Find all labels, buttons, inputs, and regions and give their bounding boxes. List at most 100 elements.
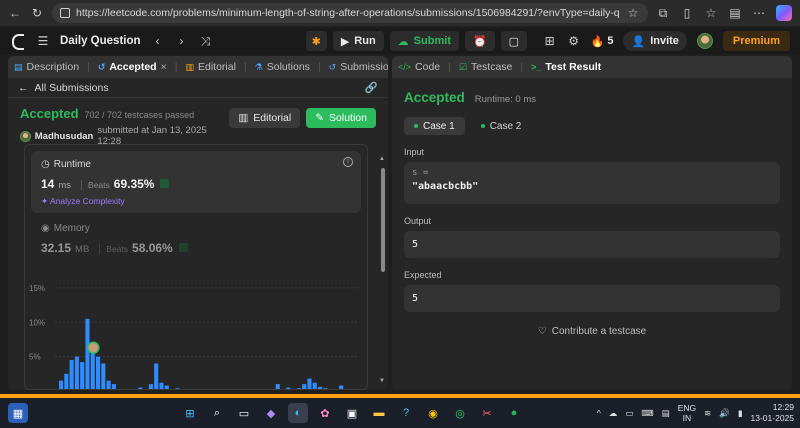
address-bar[interactable]: https://leetcode.com/problems/minimum-le… — [52, 3, 648, 23]
copilot-app-icon[interactable]: ✿ — [315, 403, 335, 423]
scroll-up-icon[interactable]: ▲ — [379, 156, 385, 162]
snipping-tool-icon[interactable]: ✂ — [477, 403, 497, 423]
debug-button[interactable]: ✱ — [305, 31, 327, 51]
editorial-button[interactable]: ▥ Editorial — [229, 108, 301, 128]
list-icon[interactable]: ☰ — [36, 34, 50, 48]
distribution-bar[interactable] — [106, 380, 111, 390]
distribution-bar[interactable] — [64, 373, 69, 390]
distribution-bar[interactable] — [175, 388, 180, 390]
all-submissions-bar[interactable]: ← All Submissions 🔗 — [8, 78, 388, 98]
all-submissions-link[interactable]: All Submissions — [35, 82, 109, 94]
distribution-bar[interactable] — [296, 388, 301, 390]
scroll-down-icon[interactable]: ▼ — [379, 378, 385, 384]
run-button[interactable]: ▶ Run — [332, 31, 384, 51]
close-icon[interactable]: × — [161, 61, 167, 73]
distribution-bar[interactable] — [148, 384, 153, 390]
collections-icon[interactable]: ▤ — [728, 6, 742, 20]
more-icon[interactable]: ⋯ — [752, 6, 766, 20]
submit-button[interactable]: ☁ Submit — [389, 31, 459, 51]
chevron-right-icon[interactable]: › — [175, 34, 189, 48]
tab-accepted[interactable]: ↺ Accepted × — [98, 61, 167, 73]
language-indicator[interactable]: ENG IN — [678, 403, 696, 423]
distribution-bar[interactable] — [291, 388, 296, 390]
tab-test-result[interactable]: >_ Test Result — [531, 61, 601, 73]
case-1-tab[interactable]: Case 1 — [404, 117, 465, 135]
star-icon[interactable]: ☆ — [626, 6, 640, 20]
distribution-bar[interactable] — [323, 388, 328, 390]
device-icon[interactable]: ▭ — [625, 408, 633, 419]
user-position-marker[interactable] — [87, 341, 100, 354]
system-clock[interactable]: 12:29 13-01-2025 — [751, 402, 794, 424]
task-view-icon[interactable]: ▭ — [234, 403, 254, 423]
help-icon[interactable]: ? — [396, 403, 416, 423]
problem-list-title[interactable]: Daily Question — [60, 35, 141, 47]
distribution-bar[interactable] — [191, 388, 196, 390]
layout-icon[interactable]: ⊞ — [543, 34, 557, 48]
contribute-testcase-link[interactable]: ♡ Contribute a testcase — [404, 326, 780, 337]
distribution-bar[interactable] — [312, 382, 317, 390]
file-explorer-icon[interactable]: ▬ — [369, 403, 389, 423]
distribution-bar[interactable] — [275, 384, 280, 390]
volume-icon[interactable]: 🔊 — [719, 408, 730, 419]
distribution-bar[interactable] — [302, 384, 307, 390]
distribution-bar[interactable] — [69, 360, 74, 390]
distribution-bar[interactable] — [101, 363, 106, 391]
wifi-icon[interactable]: ≋ — [704, 408, 711, 419]
store-icon[interactable]: ▣ — [342, 403, 362, 423]
search-icon[interactable]: ⌕ — [207, 403, 227, 423]
settings-icon[interactable]: ⚙ — [567, 34, 581, 48]
distribution-bar[interactable] — [164, 385, 169, 391]
refresh-icon[interactable]: ↻ — [30, 6, 44, 20]
leetcode-logo-icon[interactable] — [10, 33, 26, 50]
username[interactable]: Madhusudan — [35, 131, 94, 142]
notes-button[interactable]: ▢ — [500, 31, 528, 51]
runtime-distribution-chart[interactable]: 15% 10% 5% — [25, 275, 368, 390]
distribution-bar[interactable] — [286, 387, 291, 390]
distribution-bar[interactable] — [111, 384, 116, 390]
keyboard-icon[interactable]: ⌨ — [641, 408, 653, 419]
distribution-bar[interactable] — [159, 382, 164, 390]
distribution-bar[interactable] — [307, 378, 312, 390]
distribution-bar[interactable] — [59, 380, 64, 390]
shuffle-icon[interactable]: ⤨ — [199, 34, 213, 48]
user-avatar[interactable] — [20, 130, 31, 142]
widgets-icon[interactable]: ▦ — [8, 403, 28, 423]
windows-start-icon[interactable]: ⊞ — [180, 403, 200, 423]
distribution-bar[interactable] — [318, 386, 323, 390]
streak-counter[interactable]: 🔥 5 — [591, 35, 614, 48]
chat-icon[interactable]: ◆ — [261, 403, 281, 423]
analyze-complexity-link[interactable]: ✦ Analyze Complexity — [41, 196, 351, 207]
distribution-bar[interactable] — [80, 362, 85, 390]
favorites-icon[interactable]: ☆ — [704, 6, 718, 20]
tab-testcase[interactable]: ☑ Testcase — [459, 61, 513, 73]
runtime-card[interactable]: ◷ Runtime i 14 ms Beats 69.35% ✦ Analyze … — [31, 151, 361, 213]
copilot-icon[interactable] — [776, 5, 792, 21]
distribution-bar[interactable] — [154, 363, 159, 391]
tab-editorial[interactable]: ▥ Editorial — [185, 61, 235, 73]
split-screen-icon[interactable]: ▯ — [680, 6, 694, 20]
link-icon[interactable]: 🔗 — [365, 81, 378, 94]
distribution-bar[interactable] — [328, 388, 333, 390]
timer-button[interactable]: ⏰ — [464, 31, 495, 51]
distribution-bar[interactable] — [96, 356, 101, 390]
notes-tray-icon[interactable]: ▤ — [662, 408, 670, 419]
invite-button[interactable]: 👤 Invite — [623, 31, 687, 51]
extensions-icon[interactable]: ⧉ — [656, 6, 670, 20]
chevron-left-icon[interactable]: ‹ — [151, 34, 165, 48]
distribution-bar[interactable] — [344, 388, 349, 390]
tab-code[interactable]: </> Code — [398, 61, 440, 73]
back-icon[interactable]: ← — [8, 6, 22, 20]
whatsapp-icon[interactable]: ◎ — [450, 403, 470, 423]
premium-button[interactable]: Premium — [722, 31, 790, 51]
memory-card[interactable]: ◉ Memory 32.15 MB Beats 58.06% — [41, 223, 188, 255]
scrollbar-thumb[interactable] — [381, 168, 385, 272]
battery-icon[interactable]: ▮ — [738, 408, 743, 419]
tab-description[interactable]: ▤ Description — [14, 61, 79, 73]
tab-submissions[interactable]: ↺Submissions — [329, 61, 388, 73]
info-icon[interactable]: i — [343, 157, 353, 167]
chrome-icon[interactable]: ◉ — [423, 403, 443, 423]
edge-browser-icon[interactable]: ◐ — [288, 403, 308, 423]
distribution-bar[interactable] — [85, 318, 90, 390]
case-2-tab[interactable]: Case 2 — [471, 117, 532, 135]
distribution-bar[interactable] — [74, 356, 79, 390]
